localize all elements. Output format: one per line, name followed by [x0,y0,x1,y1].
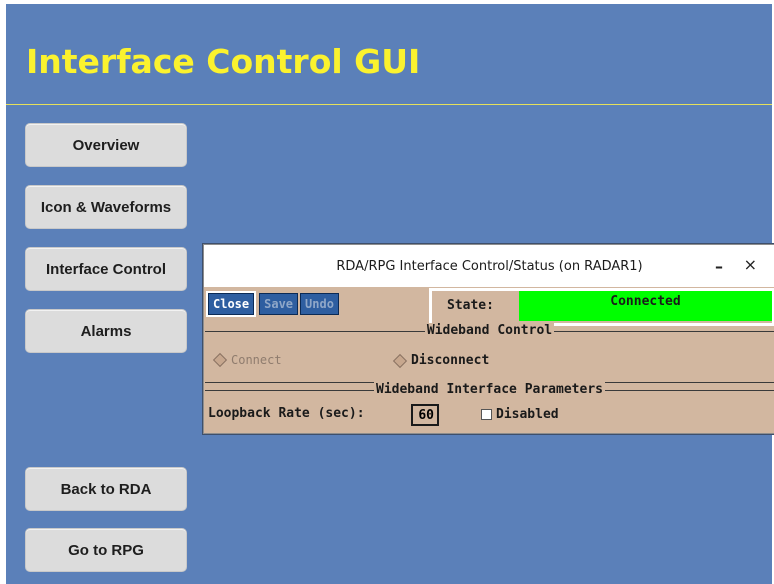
undo-button[interactable]: Undo [300,293,339,315]
state-value: Connected [519,291,772,321]
state-panel: State: Connected [429,288,774,326]
interface-control-dialog: RDA/RPG Interface Control/Status (on RAD… [203,244,774,434]
loopback-rate-input[interactable]: 60 [411,404,439,426]
disabled-label: Disabled [496,407,559,422]
checkbox-icon [481,409,492,420]
close-icon[interactable]: × [744,255,757,274]
nav-interface-control-button[interactable]: Interface Control [25,247,187,291]
back-to-rda-button[interactable]: Back to RDA [25,467,187,511]
wideband-params-group: Wideband Interface Parameters [205,382,774,397]
disconnect-radio[interactable]: Disconnect [392,353,490,368]
slide-background: Interface Control GUI Overview Icon & Wa… [6,4,774,584]
nav-icon-waveforms-button[interactable]: Icon & Waveforms [25,185,187,229]
dialog-title: RDA/RPG Interface Control/Status (on RAD… [336,258,643,274]
page-title: Interface Control GUI [26,42,421,81]
dialog-titlebar[interactable]: RDA/RPG Interface Control/Status (on RAD… [204,245,774,287]
dialog-toolbar: Close Save Undo [205,291,339,317]
connect-label: Connect [231,353,282,367]
wideband-control-title: Wideband Control [424,323,555,338]
nav-alarms-button[interactable]: Alarms [25,309,187,353]
loopback-rate-label: Loopback Rate (sec): [208,406,365,421]
connect-radio[interactable]: Connect [212,352,282,368]
close-button[interactable]: Close [205,291,257,317]
title-divider [6,104,772,105]
wideband-params-title: Wideband Interface Parameters [374,382,605,397]
state-label: State: [447,298,494,313]
disabled-checkbox[interactable]: Disabled [481,407,559,422]
nav-overview-button[interactable]: Overview [25,123,187,167]
minimize-icon[interactable]: – [715,257,723,276]
save-button[interactable]: Save [259,293,299,315]
diamond-radio-icon [392,353,408,368]
disconnect-label: Disconnect [411,353,490,368]
go-to-rpg-button[interactable]: Go to RPG [25,528,187,572]
wideband-control-group: Wideband Control Connect Disconnect [205,323,774,383]
diamond-radio-icon [212,352,228,368]
